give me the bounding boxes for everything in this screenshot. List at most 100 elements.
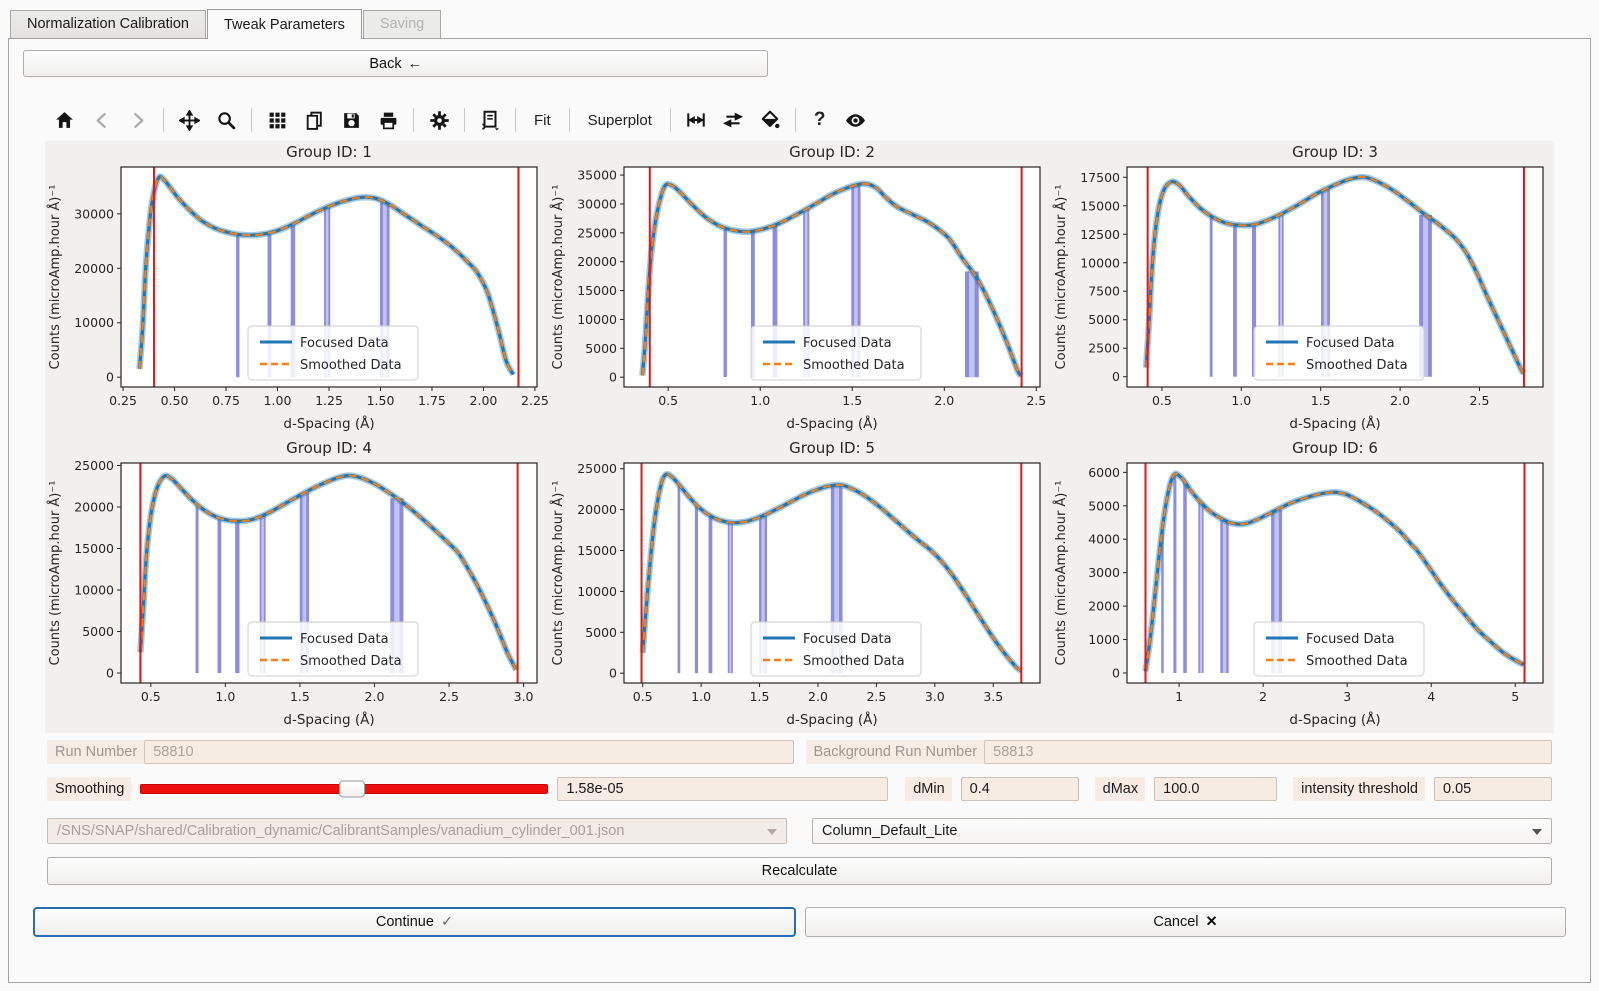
print-button[interactable] — [373, 105, 403, 135]
toolbar-separator — [251, 108, 252, 132]
fill-color-icon — [759, 109, 781, 131]
y-tick-label: 10000 — [74, 583, 114, 598]
y-tick-label: 25000 — [74, 458, 114, 473]
x-tick-label: 1.5 — [750, 689, 770, 704]
y-tick-label: 30000 — [577, 196, 617, 211]
save-icon — [341, 110, 362, 131]
pan-button[interactable] — [174, 105, 204, 135]
x-axis-label: d-Spacing (Å) — [786, 711, 877, 728]
dmin-field[interactable]: 0.4 — [961, 777, 1079, 801]
recalculate-button[interactable]: Recalculate — [47, 857, 1552, 885]
x-tick-label: 1.0 — [1231, 393, 1251, 408]
checkmark-icon: ✓ — [441, 914, 453, 930]
grid-icon — [267, 110, 288, 131]
fit-width-button[interactable] — [681, 105, 711, 135]
legend-focused-data: Focused Data — [803, 632, 892, 647]
intensity-threshold-field[interactable]: 0.05 — [1434, 777, 1552, 801]
legend-smoothed-data: Smoothed Data — [300, 358, 402, 373]
y-tick-label: 5000 — [585, 625, 617, 640]
y-axis-label: Counts (microAmp.hour Å)⁻¹ — [47, 481, 63, 666]
chart-svg-group-1: Group ID: 1d-Spacing (Å)Counts (microAmp… — [45, 141, 548, 437]
y-tick-label: 2000 — [1088, 599, 1120, 614]
dmax-field[interactable]: 100.0 — [1154, 777, 1277, 801]
y-tick-label: 0 — [609, 370, 617, 385]
peak-band — [709, 516, 713, 673]
x-tick-label: 0.25 — [109, 393, 137, 408]
toolbar-separator — [515, 108, 516, 132]
figure-options-button[interactable] — [424, 105, 454, 135]
x-tick-label: 5 — [1511, 689, 1519, 704]
x-tick-label: 2.25 — [521, 393, 548, 408]
save-button[interactable] — [336, 105, 366, 135]
grouping-dropdown[interactable]: Column_Default_Lite — [812, 818, 1552, 844]
smoothing-slider-handle[interactable] — [339, 781, 365, 798]
toggle-legend-button[interactable] — [841, 105, 871, 135]
legend-focused-data: Focused Data — [1306, 336, 1395, 351]
x-tick-label: 1.50 — [367, 393, 395, 408]
smoothing-slider[interactable] — [140, 784, 548, 794]
x-tick-label: 2.5 — [1026, 393, 1046, 408]
y-tick-label: 10000 — [74, 315, 114, 330]
x-tick-label: 2.5 — [1470, 393, 1490, 408]
back-view-button[interactable] — [86, 105, 116, 135]
x-tick-label: 3.0 — [514, 689, 534, 704]
continue-button-label: Continue — [376, 914, 434, 930]
home-button[interactable] — [49, 105, 79, 135]
y-tick-label: 4000 — [1088, 532, 1120, 547]
x-axis-label: d-Spacing (Å) — [1289, 415, 1380, 432]
superplot-button[interactable]: Superplot — [580, 105, 660, 135]
toolbar-separator — [569, 108, 570, 132]
grid-toggle-button[interactable] — [262, 105, 292, 135]
tab-bar: Normalization Calibration Tweak Paramete… — [8, 9, 1591, 38]
pan-icon — [179, 110, 200, 131]
y-tick-label: 35000 — [577, 168, 617, 183]
y-tick-label: 10000 — [577, 584, 617, 599]
calibrant-sample-value: /SNS/SNAP/shared/Calibration_dynamic/Cal… — [57, 823, 624, 839]
fill-color-button[interactable] — [755, 105, 785, 135]
eye-icon — [844, 109, 867, 132]
dmin-label: dMin — [905, 777, 951, 801]
zoom-button[interactable] — [211, 105, 241, 135]
y-tick-label: 25000 — [577, 225, 617, 240]
plot-toolbar: Fit Superplot ? — [49, 101, 1576, 139]
peak-band — [196, 504, 199, 673]
legend-smoothed-data: Smoothed Data — [803, 358, 905, 373]
back-button-label: Back — [369, 56, 401, 72]
x-tick-label: 2.0 — [934, 393, 954, 408]
peak-band — [218, 518, 222, 673]
y-tick-label: 5000 — [585, 341, 617, 356]
y-tick-label: 17500 — [1080, 170, 1120, 185]
y-tick-label: 20000 — [74, 500, 114, 515]
x-tick-label: 2.0 — [808, 689, 828, 704]
calibration-figure: Group ID: 1d-Spacing (Å)Counts (microAmp… — [45, 141, 1554, 733]
fit-width-icon — [685, 109, 707, 131]
back-button[interactable]: Back← — [23, 50, 768, 77]
x-tick-label: 1.5 — [290, 689, 310, 704]
cancel-button-label: Cancel — [1153, 914, 1198, 930]
continue-button[interactable]: Continue ✓ — [33, 907, 796, 937]
y-tick-label: 6000 — [1088, 465, 1120, 480]
swap-axes-button[interactable] — [718, 105, 748, 135]
y-tick-label: 15000 — [74, 541, 114, 556]
x-icon: ✕ — [1205, 914, 1217, 930]
x-tick-label: 2.0 — [1390, 393, 1410, 408]
y-axis-label: Counts (microAmp.hour Å)⁻¹ — [1053, 481, 1069, 666]
peak-band — [1173, 474, 1176, 673]
smoothing-value-field[interactable]: 1.58e-05 — [557, 777, 888, 801]
y-axis-label: Counts (microAmp.hour Å)⁻¹ — [47, 185, 63, 370]
tab-normalization-calibration[interactable]: Normalization Calibration — [10, 10, 206, 38]
y-axis-label: Counts (microAmp.hour Å)⁻¹ — [1053, 185, 1069, 370]
cancel-button[interactable]: Cancel ✕ — [805, 907, 1566, 937]
x-tick-label: 1.0 — [215, 689, 235, 704]
tab-tweak-parameters[interactable]: Tweak Parameters — [207, 9, 362, 39]
copy-button[interactable] — [299, 105, 329, 135]
x-tick-label: 4 — [1427, 689, 1435, 704]
generate-script-button[interactable] — [475, 105, 505, 135]
fit-button[interactable]: Fit — [526, 105, 559, 135]
background-run-number-field[interactable]: 58813 — [984, 740, 1552, 764]
forward-view-button[interactable] — [123, 105, 153, 135]
chart-svg-group-5: Group ID: 5d-Spacing (Å)Counts (microAmp… — [548, 437, 1051, 733]
help-button[interactable]: ? — [806, 105, 834, 135]
run-number-field[interactable]: 58810 — [144, 740, 793, 764]
copy-icon — [304, 110, 325, 131]
